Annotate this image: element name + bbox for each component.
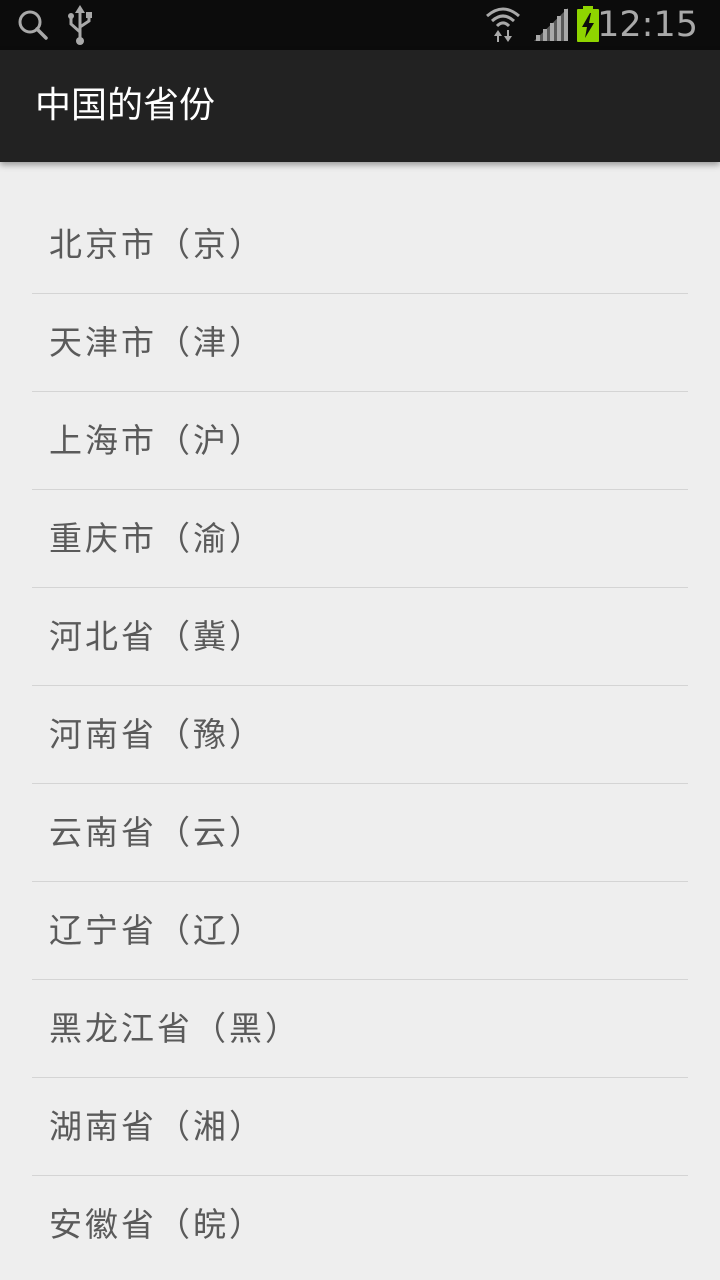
list-item[interactable]: 上海市（沪） [32, 392, 688, 490]
list-item-label: 天津市（津） [49, 323, 265, 362]
page-title: 中国的省份 [35, 85, 216, 126]
action-bar: 中国的省份 [0, 50, 720, 162]
list-item-label: 辽宁省（辽） [49, 911, 265, 950]
list-item-label: 黑龙江省（黑） [49, 1009, 301, 1048]
list-item-label: 安徽省（皖） [49, 1205, 265, 1244]
list-item-label: 河北省（冀） [49, 617, 265, 656]
list-item[interactable]: 河南省（豫） [32, 686, 688, 784]
list-item-label: 河南省（豫） [49, 715, 265, 754]
list-item[interactable]: 河北省（冀） [32, 588, 688, 686]
list-item-label: 上海市（沪） [49, 421, 265, 460]
status-time: 12:15 [597, 5, 698, 45]
list-item[interactable]: 云南省（云） [32, 784, 688, 882]
list-item-label: 重庆市（渝） [49, 519, 265, 558]
status-bar: 12:15 [0, 0, 720, 50]
list-item-label: 云南省（云） [49, 813, 265, 852]
list-item[interactable]: 天津市（津） [32, 294, 688, 392]
signal-icon [532, 0, 570, 50]
list-item-label: 湖南省（湘） [49, 1107, 265, 1146]
province-list: 北京市（京） 天津市（津） 上海市（沪） 重庆市（渝） 河北省（冀） 河南省（豫… [32, 196, 688, 1273]
list-item-label: 北京市（京） [49, 225, 265, 264]
list-item[interactable]: 重庆市（渝） [32, 490, 688, 588]
list-item[interactable]: 黑龙江省（黑） [32, 980, 688, 1078]
list-item[interactable]: 安徽省（皖） [32, 1176, 688, 1273]
list-item[interactable]: 湖南省（湘） [32, 1078, 688, 1176]
list-item[interactable]: 辽宁省（辽） [32, 882, 688, 980]
usb-icon [64, 0, 96, 50]
search-icon [14, 0, 50, 50]
list-item[interactable]: 北京市（京） [32, 196, 688, 294]
wifi-icon [484, 0, 522, 50]
